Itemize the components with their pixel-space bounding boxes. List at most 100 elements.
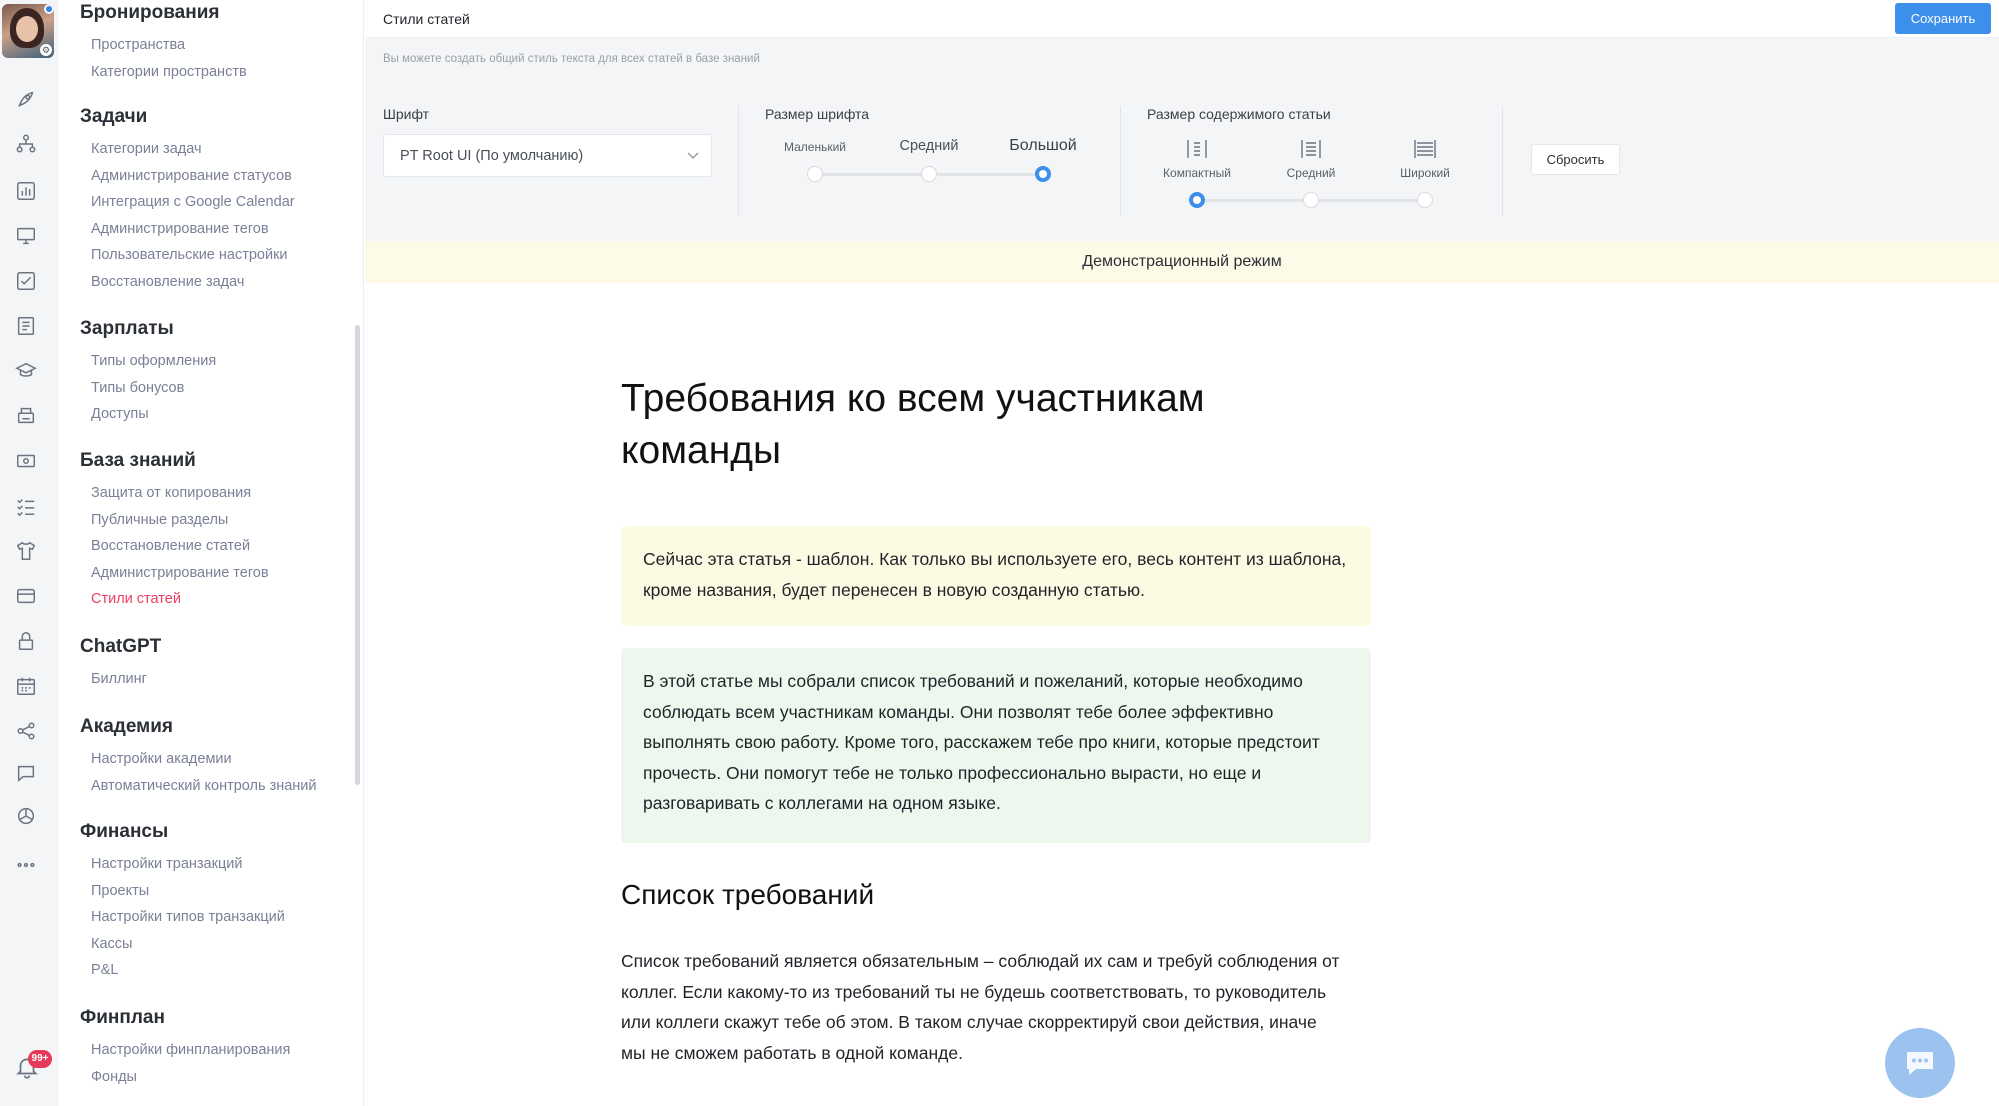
menu-item-bonus-types[interactable]: Типы бонусов xyxy=(91,375,216,402)
menu-item-spaces[interactable]: Пространства xyxy=(91,32,247,59)
openai-icon[interactable] xyxy=(13,803,39,829)
style-settings-panel: Вы можете создать общий стиль текста для… xyxy=(365,38,1999,241)
settings-menu: Бронирования Пространства Категории прос… xyxy=(58,0,364,1106)
font-label: Шрифт xyxy=(383,106,430,122)
document-icon[interactable] xyxy=(13,313,39,339)
menu-item-projects[interactable]: Проекты xyxy=(91,878,285,905)
gear-icon[interactable]: ⚙ xyxy=(40,44,52,56)
font-size-label: Размер шрифта xyxy=(765,106,870,122)
graduation-icon[interactable] xyxy=(13,358,39,384)
status-dot xyxy=(44,4,54,14)
menu-item-employment-types[interactable]: Типы оформления xyxy=(91,348,216,375)
wide-width-icon xyxy=(1414,140,1436,158)
top-bar: Стили статей Сохранить xyxy=(365,0,1999,38)
divider xyxy=(1502,106,1503,216)
menu-item-public-sections[interactable]: Публичные разделы xyxy=(91,507,269,534)
menu-section-title: Зарплаты xyxy=(80,318,174,339)
monitor-icon[interactable] xyxy=(13,223,39,249)
avatar[interactable]: ⚙ xyxy=(2,4,54,58)
content-width-knob-compact[interactable] xyxy=(1189,192,1205,208)
notification-badge: 99+ xyxy=(28,1050,52,1068)
menu-item-user-settings[interactable]: Пользовательские настройки xyxy=(91,242,295,269)
reset-button[interactable]: Сбросить xyxy=(1531,144,1620,175)
menu-section-tasks: Задачи Категории задач Администрирование… xyxy=(80,106,295,295)
medium-width-icon xyxy=(1301,140,1321,158)
chart-icon[interactable] xyxy=(13,178,39,204)
menu-section-bookings: Бронирования Пространства Категории прос… xyxy=(80,2,247,85)
template-callout: Сейчас эта статья - шаблон. Как только в… xyxy=(621,526,1371,626)
font-size-option-label: Средний xyxy=(899,138,959,154)
menu-section-title: Академия xyxy=(80,716,173,737)
demo-mode-banner: Демонстрационный режим xyxy=(365,241,1999,283)
menu-section-title: ChatGPT xyxy=(80,636,162,657)
menu-item-cash-desks[interactable]: Кассы xyxy=(91,931,285,958)
money-icon[interactable] xyxy=(13,448,39,474)
content-width-knob-wide[interactable] xyxy=(1417,192,1433,208)
chat-widget-button[interactable] xyxy=(1885,1028,1955,1098)
printer-icon[interactable] xyxy=(13,403,39,429)
content-width-option-label: Средний xyxy=(1286,166,1336,180)
lock-icon[interactable] xyxy=(13,628,39,654)
menu-section-title: Задачи xyxy=(80,106,148,127)
content-width-knob-medium[interactable] xyxy=(1303,192,1319,208)
menu-item-task-categories[interactable]: Категории задач xyxy=(91,136,295,163)
menu-section-finance: Финансы Настройки транзакций Проекты Нас… xyxy=(80,821,285,984)
menu-section-finplan: Финплан Настройки финпланирования Фонды xyxy=(80,1007,290,1090)
calendar-icon[interactable] xyxy=(13,673,39,699)
menu-section-title: Финансы xyxy=(80,821,169,842)
menu-section-title: Бронирования xyxy=(80,2,220,23)
menu-item-transaction-types[interactable]: Настройки типов транзакций xyxy=(91,904,285,931)
menu-scrollbar[interactable] xyxy=(355,325,360,785)
menu-item-tag-admin[interactable]: Администрирование тегов xyxy=(91,216,295,243)
chevron-down-icon xyxy=(687,152,699,160)
menu-item-copy-protection[interactable]: Защита от копирования xyxy=(91,480,269,507)
menu-item-pnl[interactable]: P&L xyxy=(91,957,285,984)
tshirt-icon[interactable] xyxy=(13,538,39,564)
menu-section-title: Финплан xyxy=(80,1007,165,1028)
font-size-knob-medium[interactable] xyxy=(921,166,937,182)
main-content: Стили статей Сохранить Вы можете создать… xyxy=(365,0,1999,1106)
menu-item-auto-knowledge-control[interactable]: Автоматический контроль знаний xyxy=(91,773,317,800)
font-select[interactable]: PT Root UI (По умолчанию) xyxy=(383,134,712,177)
checkbox-icon[interactable] xyxy=(13,268,39,294)
menu-section-knowledge-base: База знаний Защита от копирования Публич… xyxy=(80,450,269,613)
rocket-icon[interactable] xyxy=(13,86,39,112)
divider xyxy=(1120,106,1121,216)
page-title: Стили статей xyxy=(383,11,470,27)
menu-item-task-restore[interactable]: Восстановление задач xyxy=(91,269,295,296)
content-width-option-label: Широкий xyxy=(1400,166,1450,180)
menu-item-article-styles[interactable]: Стили статей xyxy=(91,586,269,613)
menu-item-article-restore[interactable]: Восстановление статей xyxy=(91,533,269,560)
menu-item-academy-settings[interactable]: Настройки академии xyxy=(91,746,317,773)
card-icon[interactable] xyxy=(13,583,39,609)
compact-width-icon xyxy=(1187,140,1207,158)
menu-item-finplan-settings[interactable]: Настройки финпланирования xyxy=(91,1037,290,1064)
menu-item-kb-tag-admin[interactable]: Администрирование тегов xyxy=(91,560,269,587)
chat-icon[interactable] xyxy=(13,760,39,786)
font-size-knob-small[interactable] xyxy=(807,166,823,182)
divider xyxy=(738,106,739,216)
article-heading: Список требований xyxy=(621,879,875,910)
chat-bubble-icon xyxy=(1907,1052,1933,1075)
menu-item-funds[interactable]: Фонды xyxy=(91,1064,290,1091)
menu-section-salaries: Зарплаты Типы оформления Типы бонусов До… xyxy=(80,318,216,428)
save-button[interactable]: Сохранить xyxy=(1895,3,1991,34)
menu-item-status-admin[interactable]: Администрирование статусов xyxy=(91,163,295,190)
menu-section-title: База знаний xyxy=(80,450,196,471)
content-width-option-label: Компактный xyxy=(1163,166,1231,180)
checklist-icon[interactable] xyxy=(13,493,39,519)
settings-hint: Вы можете создать общий стиль текста для… xyxy=(383,53,760,65)
more-icon[interactable] xyxy=(13,852,39,878)
font-size-knob-large[interactable] xyxy=(1035,166,1051,182)
structure-icon[interactable] xyxy=(13,131,39,157)
menu-item-billing[interactable]: Биллинг xyxy=(91,666,161,693)
share-icon[interactable] xyxy=(13,718,39,744)
article-title: Требования ко всем участникам команды xyxy=(621,377,1205,472)
menu-item-access[interactable]: Доступы xyxy=(91,401,216,428)
font-size-option-label: Большой xyxy=(1009,137,1077,154)
menu-item-google-calendar[interactable]: Интеграция с Google Calendar xyxy=(91,189,295,216)
menu-section-academy: Академия Настройки академии Автоматическ… xyxy=(80,716,317,799)
menu-item-space-categories[interactable]: Категории пространств xyxy=(91,59,247,86)
menu-item-transaction-settings[interactable]: Настройки транзакций xyxy=(91,851,285,878)
intro-callout: В этой статье мы собрали список требован… xyxy=(621,648,1371,843)
